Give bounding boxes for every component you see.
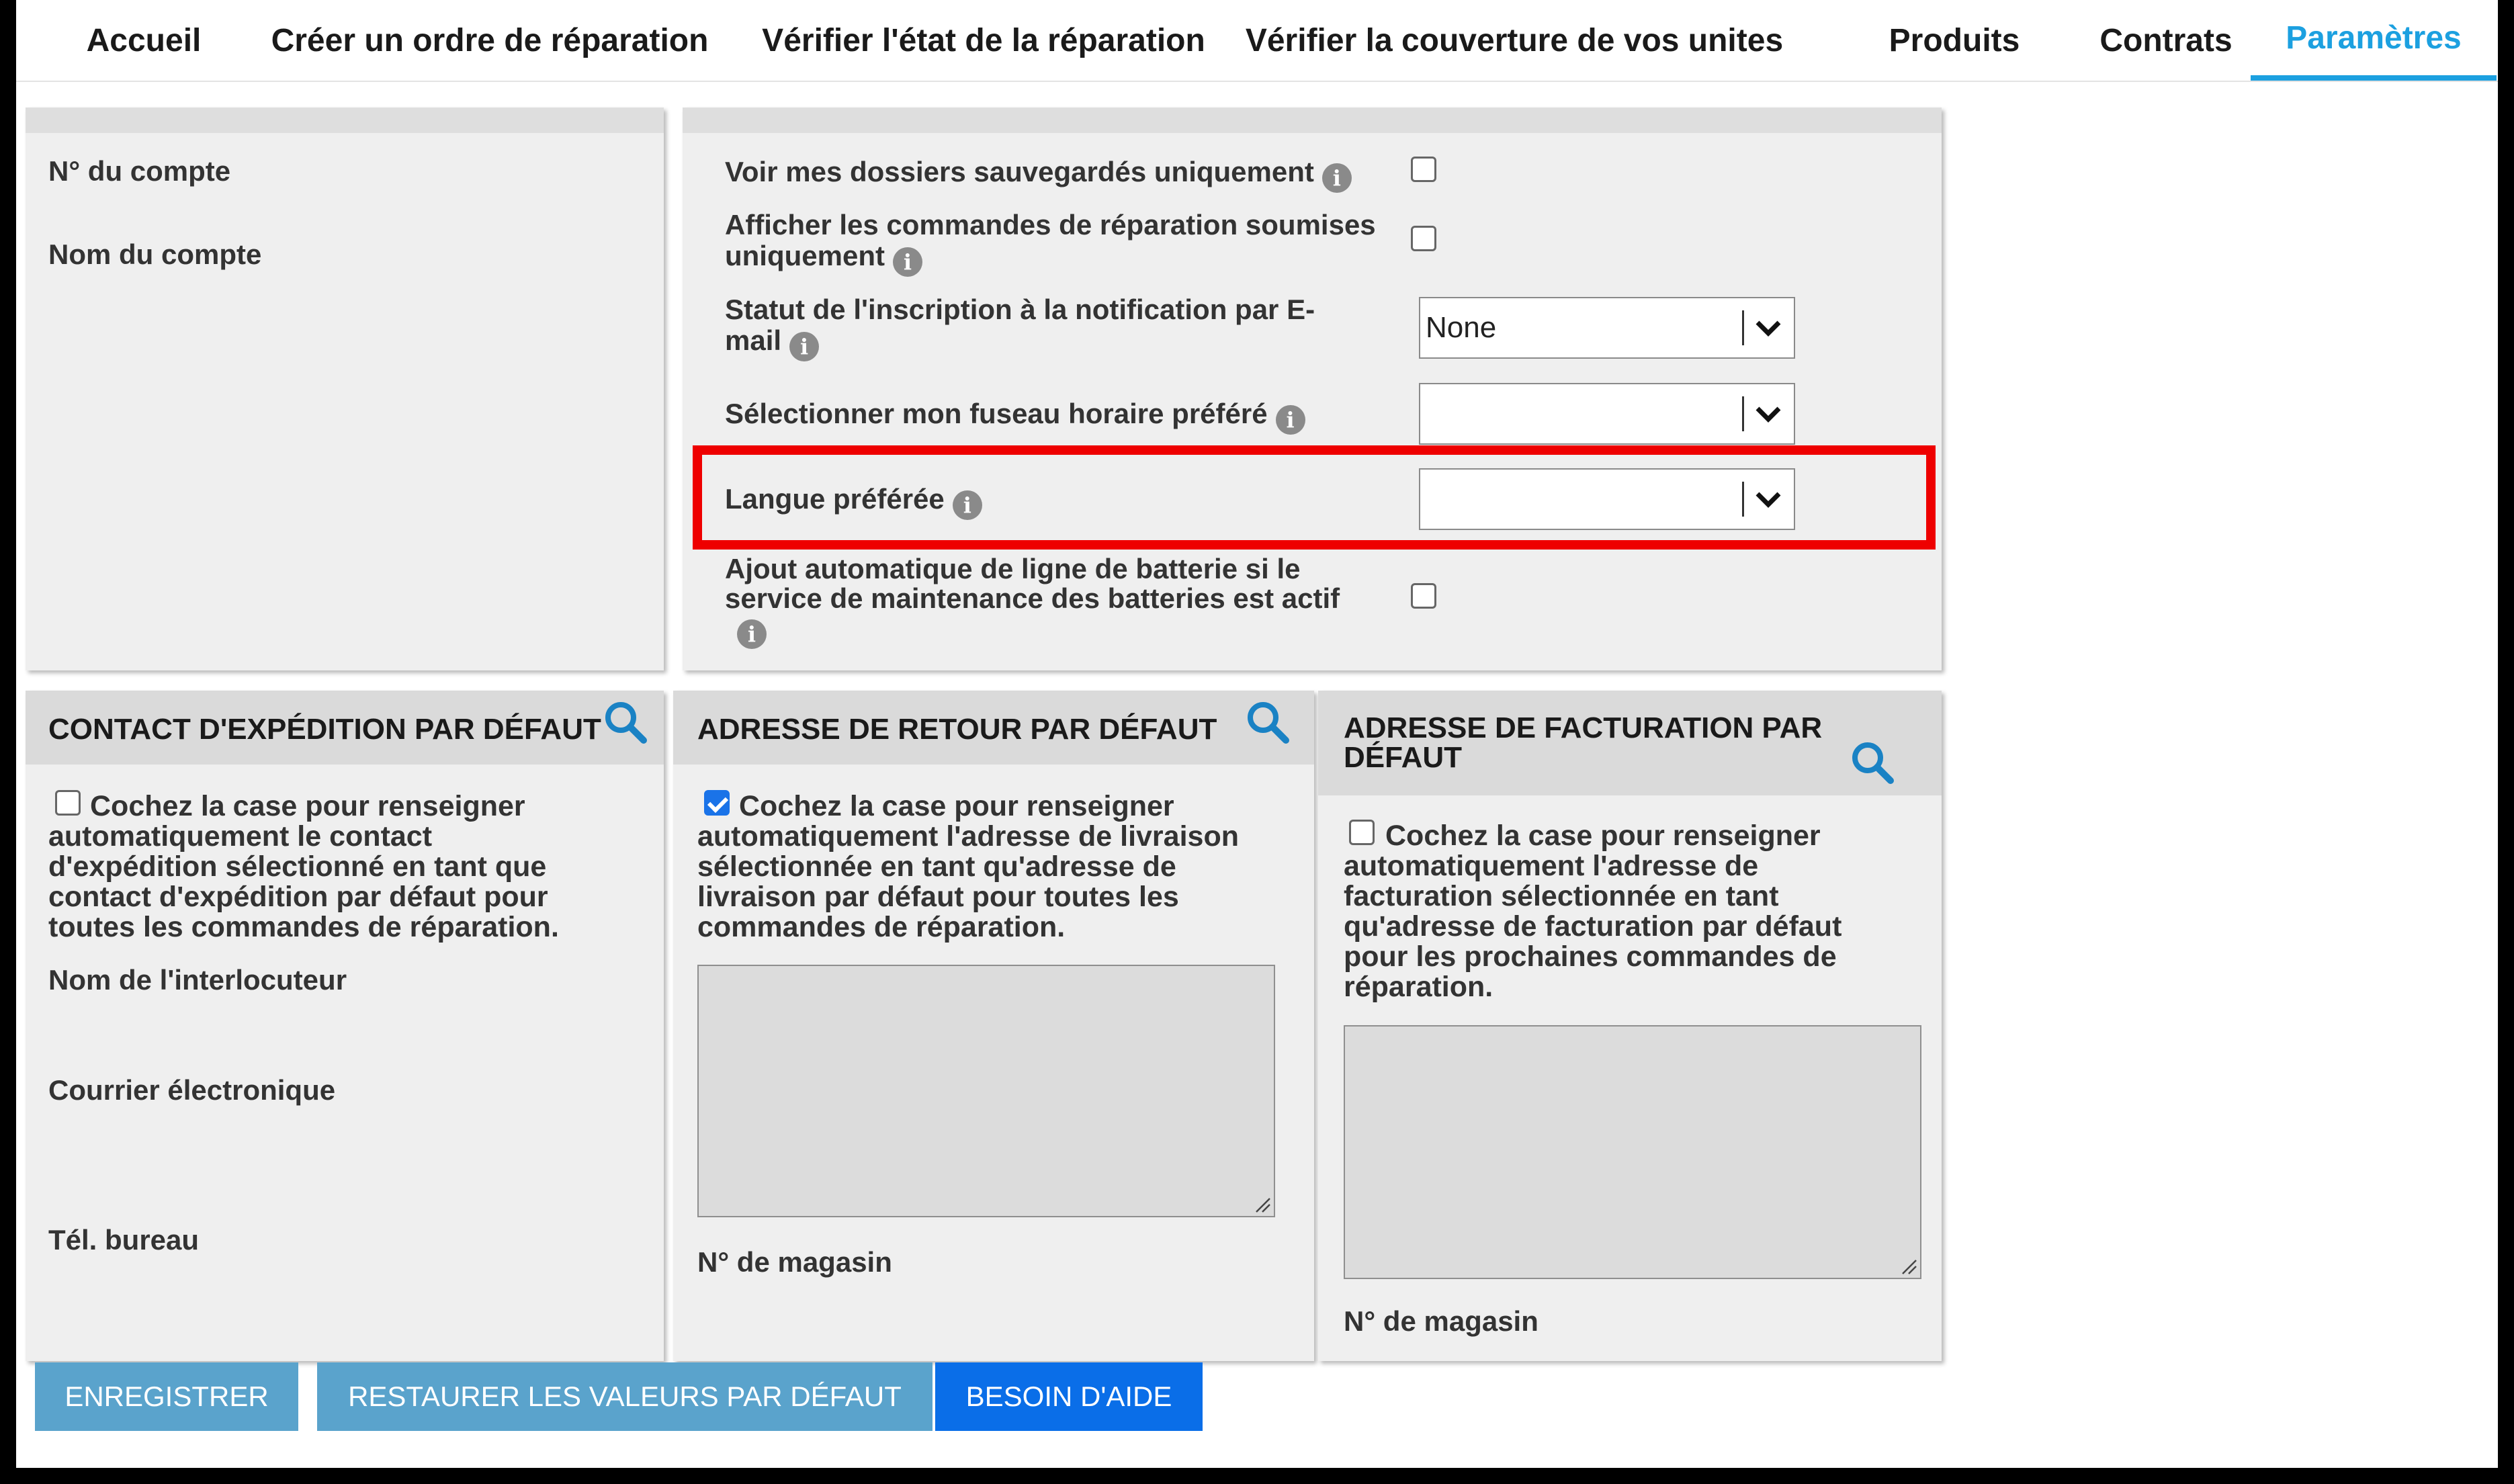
return-text-line: automatiquement l'adresse de livraison bbox=[697, 820, 1239, 853]
billing-text-line: automatiquement l'adresse de bbox=[1344, 850, 1759, 882]
account-name-label: Nom du compte bbox=[48, 238, 262, 270]
saved-only-checkbox[interactable] bbox=[1411, 157, 1436, 182]
tab-check-coverage[interactable]: Vérifier la couverture de vos unites bbox=[1232, 0, 1796, 81]
restore-defaults-button[interactable]: RESTAURER LES VALEURS PAR DÉFAUT bbox=[317, 1362, 933, 1431]
info-icon[interactable]: i bbox=[1321, 163, 1352, 193]
submitted-only-checkbox[interactable] bbox=[1411, 226, 1436, 251]
resize-grip-icon[interactable] bbox=[1900, 1258, 1917, 1275]
contact-name-label: Nom de l'interlocuteur bbox=[48, 964, 347, 996]
return-text-line: Cochez la case pour renseigner bbox=[739, 790, 1174, 822]
info-icon[interactable]: i bbox=[737, 619, 767, 649]
tab-products[interactable]: Produits bbox=[1870, 0, 2038, 81]
billing-title-line1: ADRESSE DE FACTURATION PAR bbox=[1344, 711, 1823, 744]
panel-header-strip bbox=[683, 107, 1942, 133]
info-icon[interactable]: i bbox=[1275, 405, 1305, 435]
shipping-text-line: d'expédition sélectionné en tant que bbox=[48, 850, 547, 883]
battery-auto-label: Ajout automatique de ligne de batterie s… bbox=[725, 554, 1340, 649]
contact-email-label: Courrier électronique bbox=[48, 1074, 336, 1106]
help-button[interactable]: BESOIN D'AIDE bbox=[935, 1362, 1203, 1431]
battery-auto-text-line1: Ajout automatique de ligne de batterie s… bbox=[725, 553, 1301, 584]
email-status-label: Statut de l'inscription à la notificatio… bbox=[725, 294, 1315, 361]
return-checkbox-text: Cochez la case pour renseigner automatiq… bbox=[697, 791, 1239, 943]
submitted-only-label: Afficher les commandes de réparation sou… bbox=[725, 210, 1376, 277]
billing-address-card: ADRESSE DE FACTURATION PAR DÉFAUT Cochez… bbox=[1318, 691, 1942, 1361]
chevron-down-icon bbox=[1756, 406, 1781, 423]
resize-grip-icon[interactable] bbox=[1254, 1196, 1271, 1213]
settings-page: Accueil Créer un ordre de réparation Vér… bbox=[16, 0, 2498, 1468]
battery-auto-text-line2: service de maintenance des batteries est… bbox=[725, 582, 1340, 614]
account-number-label: N° du compte bbox=[48, 155, 231, 187]
shipping-checkbox-text: Cochez la case pour renseigner automatiq… bbox=[48, 791, 559, 943]
highlight-box bbox=[693, 445, 1936, 550]
shipping-text-line: toutes les commandes de réparation. bbox=[48, 911, 559, 943]
return-address-title: ADRESSE DE RETOUR PAR DÉFAUT bbox=[697, 713, 1217, 746]
timezone-text: Sélectionner mon fuseau horaire préféré bbox=[725, 398, 1268, 429]
return-text-line: commandes de réparation. bbox=[697, 911, 1066, 943]
info-icon[interactable]: i bbox=[789, 332, 820, 361]
panel-header-strip bbox=[26, 107, 664, 133]
shipping-text-line: contact d'expédition par défaut pour bbox=[48, 881, 548, 913]
tab-check-repair-status[interactable]: Vérifier l'état de la réparation bbox=[748, 0, 1219, 81]
return-address-textarea[interactable] bbox=[697, 965, 1275, 1217]
account-panel: N° du compte Nom du compte bbox=[26, 107, 664, 670]
tab-home[interactable]: Accueil bbox=[56, 0, 231, 81]
save-button[interactable]: ENREGISTRER bbox=[35, 1362, 298, 1431]
return-text-line: livraison par défaut pour toutes les bbox=[697, 881, 1179, 913]
return-address-card: ADRESSE DE RETOUR PAR DÉFAUT Cochez la c… bbox=[673, 691, 1314, 1361]
select-separator bbox=[1742, 396, 1744, 431]
select-separator bbox=[1742, 310, 1744, 345]
billing-text-line: pour les prochaines commandes de bbox=[1344, 941, 1837, 973]
shipping-text-line: automatiquement le contact bbox=[48, 820, 433, 853]
chevron-down-icon bbox=[1756, 320, 1781, 337]
email-status-select[interactable]: None bbox=[1419, 297, 1795, 359]
timezone-label: Sélectionner mon fuseau horaire préféré i bbox=[725, 398, 1305, 435]
search-icon[interactable] bbox=[1244, 699, 1291, 746]
billing-text-line: facturation sélectionnée en tant bbox=[1344, 880, 1779, 912]
shipping-contact-title: CONTACT D'EXPÉDITION PAR DÉFAUT bbox=[48, 713, 601, 746]
billing-text-line: Cochez la case pour renseigner bbox=[1385, 820, 1821, 852]
billing-text-line: réparation. bbox=[1344, 971, 1493, 1003]
billing-store-number-label: N° de magasin bbox=[1344, 1305, 1538, 1337]
search-icon[interactable] bbox=[602, 699, 649, 746]
billing-checkbox-text: Cochez la case pour renseigner automatiq… bbox=[1344, 821, 1841, 1002]
saved-only-text: Voir mes dossiers sauvegardés uniquement bbox=[725, 156, 1314, 187]
tab-settings[interactable]: Paramètres bbox=[2251, 0, 2497, 81]
billing-text-line: qu'adresse de facturation par défaut bbox=[1344, 910, 1842, 943]
email-status-value: None bbox=[1426, 311, 1497, 344]
info-icon[interactable]: i bbox=[893, 247, 922, 277]
return-store-number-label: N° de magasin bbox=[697, 1246, 892, 1278]
email-status-text-line1: Statut de l'inscription à la notificatio… bbox=[725, 294, 1315, 325]
battery-auto-checkbox[interactable] bbox=[1411, 583, 1436, 609]
tab-contracts[interactable]: Contrats bbox=[2079, 0, 2253, 81]
tab-create-repair-order[interactable]: Créer un ordre de réparation bbox=[245, 0, 735, 81]
submitted-only-text-line2: uniquement bbox=[725, 240, 885, 271]
contact-phone-label: Tél. bureau bbox=[48, 1224, 200, 1256]
email-status-text-line2: mail bbox=[725, 324, 782, 356]
main-nav: Accueil Créer un ordre de réparation Vér… bbox=[16, 0, 2498, 82]
preferences-panel: Voir mes dossiers sauvegardés uniquement… bbox=[683, 107, 1942, 670]
billing-title-line2: DÉFAUT bbox=[1344, 741, 1462, 774]
search-icon[interactable] bbox=[1849, 739, 1896, 786]
return-text-line: sélectionnée en tant qu'adresse de bbox=[697, 850, 1176, 883]
billing-address-textarea[interactable] bbox=[1344, 1025, 1921, 1279]
billing-address-title: ADRESSE DE FACTURATION PAR DÉFAUT bbox=[1344, 713, 1822, 773]
timezone-select[interactable] bbox=[1419, 383, 1795, 445]
submitted-only-text-line1: Afficher les commandes de réparation sou… bbox=[725, 209, 1376, 241]
shipping-text-line: Cochez la case pour renseigner bbox=[90, 790, 525, 822]
shipping-contact-card: CONTACT D'EXPÉDITION PAR DÉFAUT Cochez l… bbox=[26, 691, 664, 1361]
saved-only-label: Voir mes dossiers sauvegardés uniquement… bbox=[725, 157, 1352, 193]
